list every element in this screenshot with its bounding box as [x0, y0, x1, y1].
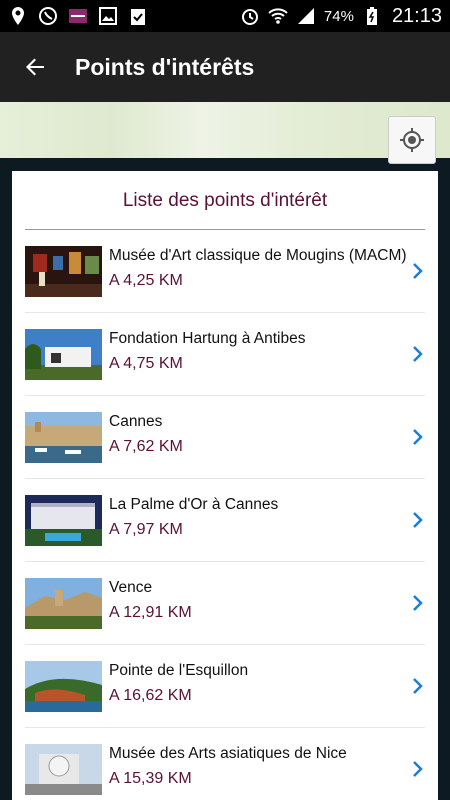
app-notification-icon — [69, 9, 87, 23]
map-view[interactable] — [0, 102, 450, 164]
poi-list-item[interactable]: Vence A 12,91 KM — [25, 562, 425, 645]
signal-icon — [297, 8, 314, 24]
poi-list-card: Liste des points d'intérêt Musée d'Art c… — [12, 171, 438, 800]
system-icons: 74% 21:13 — [240, 5, 442, 28]
poi-distance: A 16,62 KM — [109, 687, 192, 704]
poi-list-item[interactable]: Fondation Hartung à Antibes A 4,75 KM — [25, 313, 425, 396]
poi-list-item[interactable]: La Palme d'Or à Cannes A 7,97 KM — [25, 479, 425, 562]
arrow-back-icon — [26, 58, 44, 76]
chevron-right-icon — [413, 429, 423, 445]
location-pin-icon — [12, 7, 24, 25]
page-title: Points d'intérêts — [75, 53, 255, 80]
poi-distance: A 4,25 KM — [109, 272, 183, 289]
poi-list-item[interactable]: Musée d'Art classique de Mougins (MACM) … — [25, 230, 425, 313]
poi-thumbnail — [25, 661, 102, 712]
poi-name: Musée des Arts asiatiques de Nice — [109, 745, 347, 762]
poi-thumbnail — [25, 329, 102, 380]
wifi-icon — [268, 8, 288, 24]
battery-percent: 74% — [323, 7, 354, 25]
gallery-icon — [99, 7, 117, 25]
poi-list-item[interactable]: Musée des Arts asiatiques de Nice A 15,3… — [25, 728, 425, 800]
back-button[interactable] — [0, 32, 70, 102]
poi-name: Vence — [109, 579, 153, 596]
list-title: Liste des points d'intérêt — [122, 190, 328, 211]
poi-thumbnail — [25, 578, 102, 629]
poi-distance: A 15,39 KM — [109, 770, 192, 787]
poi-thumbnail — [25, 246, 102, 297]
clipboard-check-icon — [131, 9, 145, 25]
chevron-right-icon — [413, 595, 423, 611]
poi-thumbnail — [25, 412, 102, 463]
poi-name: Musée d'Art classique de Mougins (MACM) — [109, 247, 407, 264]
poi-distance: A 12,91 KM — [109, 604, 192, 621]
poi-name: Pointe de l'Esquillon — [109, 662, 249, 679]
poi-distance: A 4,75 KM — [109, 355, 183, 372]
alarm-icon — [241, 9, 258, 25]
poi-list-item[interactable]: Cannes A 7,62 KM — [25, 396, 425, 479]
crosshair-location-icon — [400, 128, 424, 152]
notification-icons — [8, 6, 148, 26]
my-location-button[interactable] — [388, 116, 436, 164]
chevron-right-icon — [413, 263, 423, 279]
poi-distance: A 7,97 KM — [109, 521, 183, 538]
viber-icon — [39, 7, 57, 25]
poi-thumbnail — [25, 744, 102, 795]
status-bar: 74% 21:13 — [0, 0, 450, 32]
chevron-right-icon — [413, 346, 423, 362]
chevron-right-icon — [413, 512, 423, 528]
clock: 21:13 — [391, 4, 442, 27]
poi-list-item[interactable]: Pointe de l'Esquillon A 16,62 KM — [25, 645, 425, 728]
poi-thumbnail — [25, 495, 102, 546]
chevron-right-icon — [413, 678, 423, 694]
app-bar: Points d'intérêts — [0, 32, 450, 102]
chevron-right-icon — [413, 761, 423, 777]
battery-charging-icon — [366, 7, 377, 25]
poi-distance: A 7,62 KM — [109, 438, 183, 455]
poi-name: Cannes — [109, 413, 163, 430]
poi-name: Fondation Hartung à Antibes — [109, 330, 306, 347]
poi-name: La Palme d'Or à Cannes — [109, 496, 279, 513]
